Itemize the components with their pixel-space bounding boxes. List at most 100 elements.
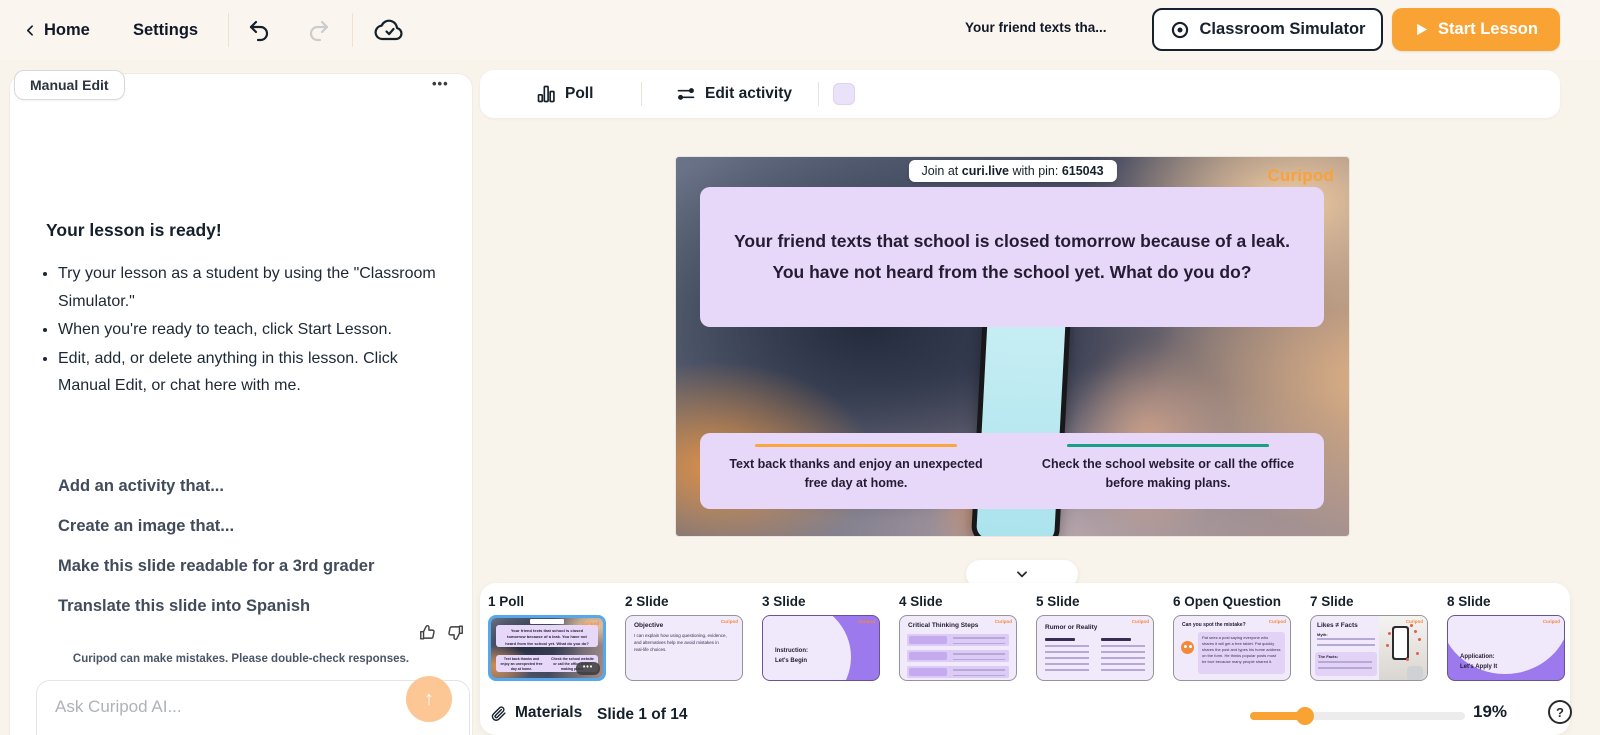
chevron-down-icon — [1015, 567, 1029, 581]
divider — [818, 82, 819, 106]
thumbnail-label: 3 Slide — [762, 594, 806, 609]
chat-bullet: When you're ready to teach, click Start … — [58, 316, 450, 344]
edit-activity-button[interactable]: Edit activity — [676, 70, 792, 118]
zoom-slider[interactable] — [1250, 707, 1465, 725]
materials-label: Materials — [515, 704, 583, 721]
theme-color-swatch[interactable] — [833, 83, 855, 105]
poll-option-1[interactable]: Text back thanks and enjoy an unexpected… — [700, 433, 1012, 509]
poll-type-button[interactable]: Poll — [536, 70, 593, 118]
slide-thumbnail-4[interactable]: 4 Slide Curipod Critical Thinking Steps — [899, 594, 1017, 681]
thumbs-up-button[interactable] — [418, 623, 437, 642]
text-line-placeholder — [953, 637, 1005, 644]
join-mid: with pin: — [1009, 164, 1062, 178]
mini-jar — [1407, 666, 1423, 680]
ai-chat-panel: ••• Your lesson is ready! Try your lesso… — [10, 74, 472, 735]
thumbnail-preview-likes-facts[interactable]: Curipod Likes ≠ Facts Myth: The Facts: — [1310, 615, 1428, 681]
mini-body: Pat sees a post saying everyone who shar… — [1198, 632, 1285, 674]
divider — [641, 82, 642, 106]
mini-step-chip — [909, 652, 947, 660]
paperclip-icon — [490, 705, 507, 722]
filmstrip-items: 1 Poll Curipod Your friend texts that sc… — [488, 594, 1570, 681]
mini-list-row — [907, 634, 1009, 646]
text-line-placeholder — [1101, 638, 1131, 641]
mini-option-1: Text back thanks and enjoy an unexpected… — [500, 657, 543, 671]
slide-thumbnail-8[interactable]: 8 Slide Curipod Application: Let's Apply… — [1447, 594, 1565, 681]
mini-question: Your friend texts that school is closed … — [496, 625, 598, 647]
activity-toolbar: Poll Edit activity — [480, 70, 1560, 118]
slide-thumbnail-2[interactable]: 2 Slide Curipod Objective I can explain … — [625, 594, 743, 681]
curipod-logo: Curipod — [1267, 166, 1334, 185]
saved-status-button[interactable] — [372, 16, 408, 46]
text-line-placeholder — [1101, 645, 1145, 671]
undo-icon — [247, 19, 271, 43]
slide-thumbnail-7[interactable]: 7 Slide Curipod Likes ≠ Facts Myth: The … — [1310, 594, 1428, 681]
join-pin-banner: Join at curi.live with pin: 615043 — [908, 160, 1117, 182]
thumbnail-label: 6 Open Question — [1173, 594, 1282, 609]
mini-list-row — [907, 650, 1009, 662]
thumbnail-label: 5 Slide — [1036, 594, 1080, 609]
thumbnail-more-button[interactable]: ••• — [576, 662, 600, 675]
redo-icon — [307, 19, 331, 43]
thumbnail-label: 1 Poll — [488, 594, 525, 609]
mini-phone — [1392, 626, 1409, 660]
slide-counter: Slide 1 of 14 — [597, 706, 688, 723]
thumbnail-preview-instruction[interactable]: Curipod Instruction: Let's Begin — [762, 615, 880, 681]
suggestion-translate[interactable]: Translate this slide into Spanish — [58, 597, 374, 616]
slide-thumbnail-6[interactable]: 6 Open Question Curipod Can you spot the… — [1173, 594, 1291, 681]
slide-canvas[interactable]: Join at curi.live with pin: 615043 Curip… — [676, 157, 1349, 536]
mini-step-chip — [909, 636, 947, 644]
mini-curipod-logo: Curipod — [1405, 619, 1423, 624]
suggestion-readability[interactable]: Make this slide readable for a 3rd grade… — [58, 557, 374, 576]
settings-button[interactable]: Settings — [133, 0, 198, 60]
mini-curipod-logo: Curipod — [994, 619, 1012, 624]
back-chevron-icon — [24, 24, 37, 37]
lesson-title: Your friend texts tha... — [965, 20, 1107, 35]
slide-thumbnail-1[interactable]: 1 Poll Curipod Your friend texts that sc… — [488, 594, 606, 681]
social-dots — [1414, 630, 1417, 633]
edit-activity-label: Edit activity — [705, 85, 792, 102]
thumbnail-preview-objective[interactable]: Curipod Objective I can explain how usin… — [625, 615, 743, 681]
slide-thumbnail-3[interactable]: 3 Slide Curipod Instruction: Let's Begin — [762, 594, 880, 681]
up-arrow-icon: ↑ — [424, 687, 434, 710]
send-message-button[interactable]: ↑ — [406, 676, 452, 722]
chat-more-button[interactable]: ••• — [432, 76, 449, 91]
text-line-placeholder — [953, 669, 1005, 676]
redo-button[interactable] — [304, 16, 334, 46]
poll-option-2[interactable]: Check the school website or call the off… — [1012, 433, 1324, 509]
undo-button[interactable] — [244, 16, 274, 46]
chat-bullet: Edit, add, or delete anything in this le… — [58, 345, 450, 400]
mini-photo — [1379, 616, 1427, 680]
zoom-slider-handle[interactable] — [1296, 707, 1314, 725]
slide-thumbnail-5[interactable]: 5 Slide Curipod Rumor or Reality — [1036, 594, 1154, 681]
thumbnail-preview-open-question[interactable]: Curipod Can you spot the mistake? Pat se… — [1173, 615, 1291, 681]
start-lesson-button[interactable]: Start Lesson — [1392, 8, 1560, 51]
thumbnail-preview-rumor-reality[interactable]: Curipod Rumor or Reality — [1036, 615, 1154, 681]
mini-title: Application: Let's Apply It — [1460, 654, 1498, 671]
manual-edit-tab[interactable]: Manual Edit — [14, 70, 125, 100]
poll-question-box[interactable]: Your friend texts that school is closed … — [700, 187, 1324, 327]
poll-options-box[interactable]: Text back thanks and enjoy an unexpected… — [700, 433, 1324, 509]
top-bar: Home Settings Your friend texts tha... C… — [0, 0, 1600, 60]
text-line-placeholder — [1317, 638, 1375, 650]
mini-join-pill — [530, 619, 564, 624]
ask-curipod-input[interactable] — [37, 681, 469, 735]
play-icon — [1414, 22, 1429, 37]
home-button[interactable]: Home — [24, 0, 90, 60]
help-button[interactable]: ? — [1548, 700, 1572, 724]
thumbs-down-button[interactable] — [446, 623, 465, 642]
thumbnail-preview-application[interactable]: Curipod Application: Let's Apply It — [1447, 615, 1565, 681]
option-color-line — [1066, 444, 1270, 447]
chat-bullet: Try your lesson as a student by using th… — [58, 260, 450, 315]
classroom-simulator-button[interactable]: Classroom Simulator — [1152, 8, 1383, 51]
mini-title: Likes ≠ Facts — [1317, 622, 1358, 629]
settings-label: Settings — [133, 20, 199, 39]
mini-step-chip — [909, 668, 947, 676]
thumbnail-preview-critical-thinking[interactable]: Curipod Critical Thinking Steps — [899, 615, 1017, 681]
suggestion-add-activity[interactable]: Add an activity that... — [58, 477, 374, 496]
poll-option-1-text: Text back thanks and enjoy an unexpected… — [729, 457, 983, 491]
poll-bars-icon — [536, 84, 556, 104]
question-mark-icon: ? — [1556, 704, 1564, 720]
thumbnail-preview-poll[interactable]: Curipod Your friend texts that school is… — [488, 615, 606, 681]
materials-button[interactable]: Materials — [490, 704, 582, 722]
suggestion-create-image[interactable]: Create an image that... — [58, 517, 374, 536]
